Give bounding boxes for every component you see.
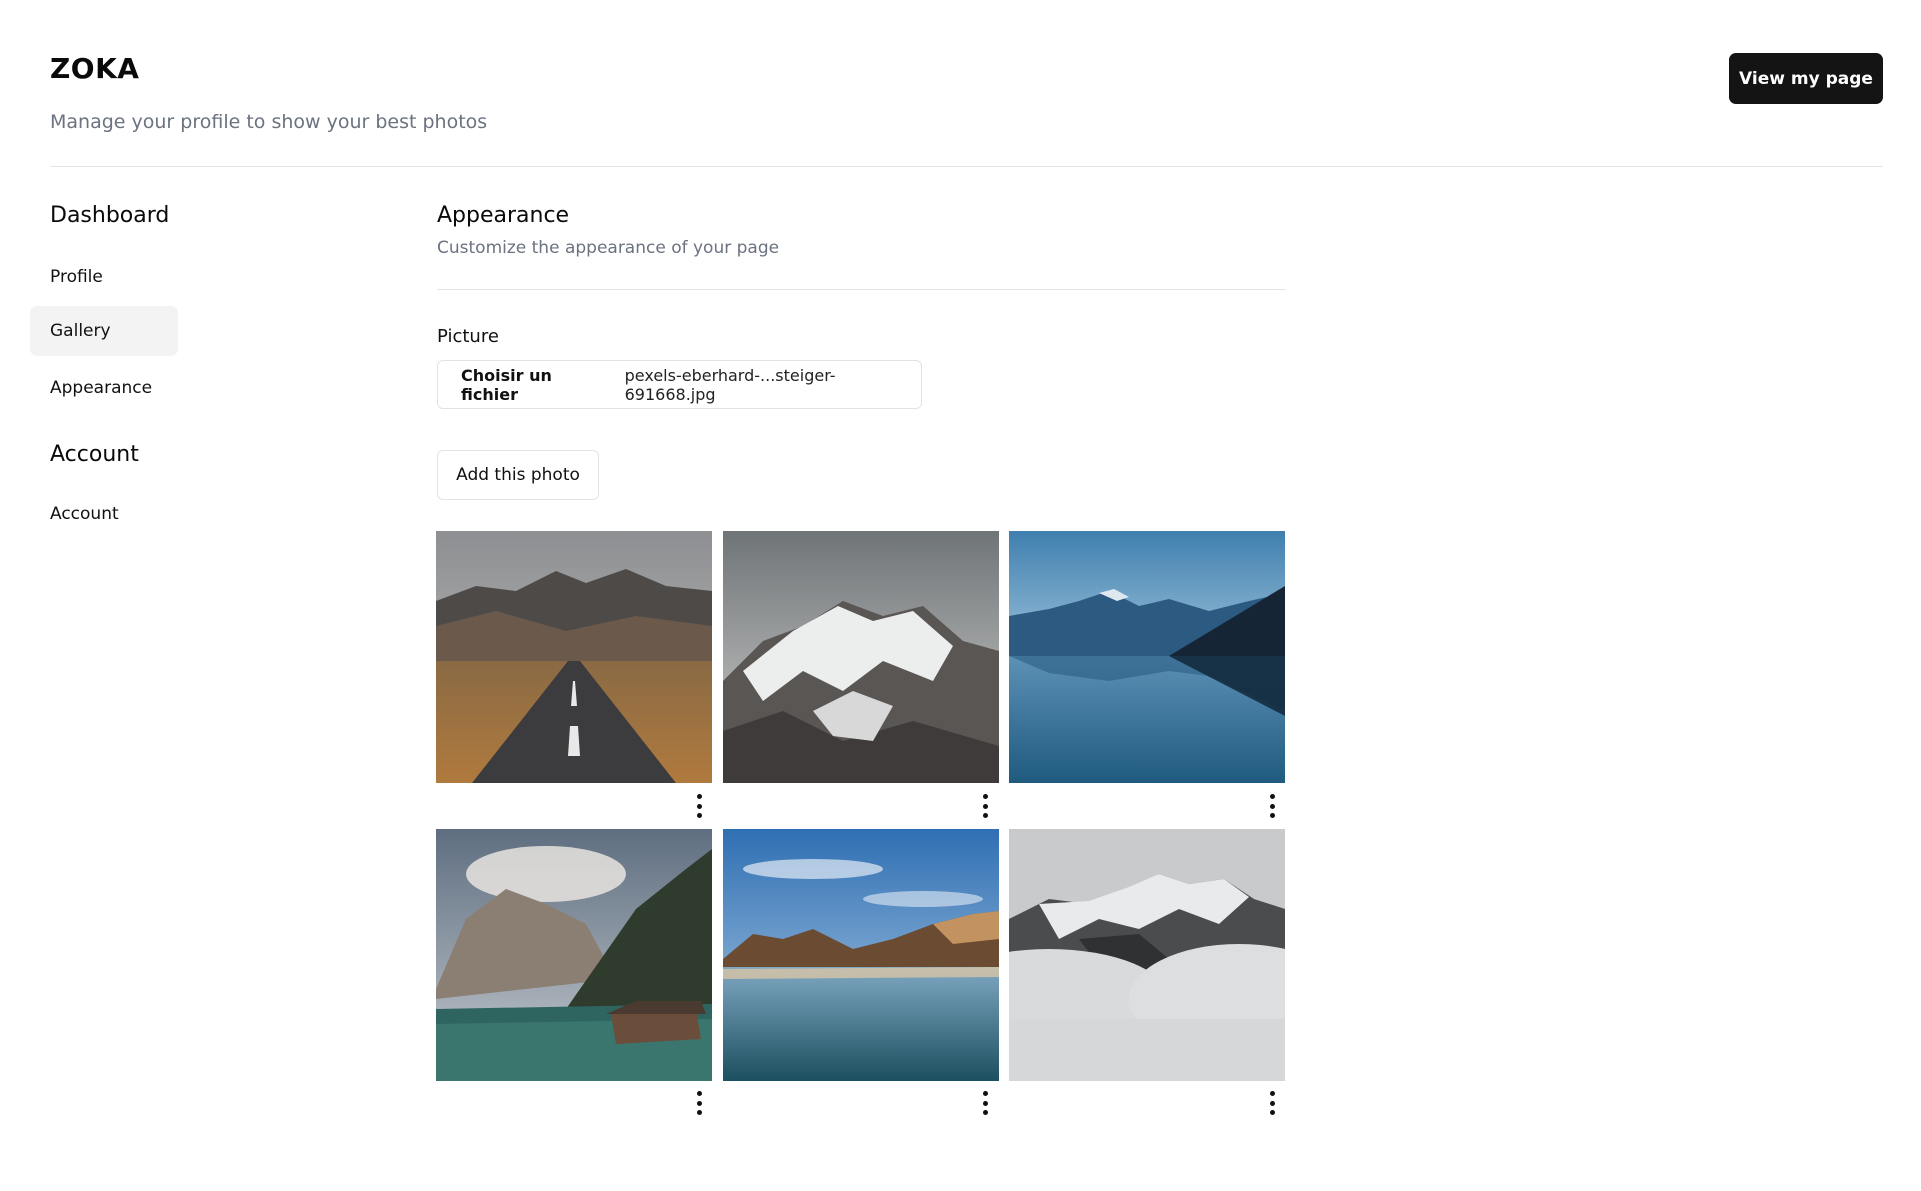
header-divider xyxy=(50,166,1883,167)
more-vertical-icon[interactable] xyxy=(975,1088,995,1118)
snowy-peak-photo[interactable] xyxy=(723,531,999,783)
road-mountain-photo[interactable] xyxy=(436,531,712,783)
more-vertical-icon[interactable] xyxy=(975,791,995,821)
sidebar-item-account[interactable]: Account xyxy=(30,489,178,539)
more-vertical-icon[interactable] xyxy=(1262,791,1282,821)
more-vertical-icon[interactable] xyxy=(1262,1088,1282,1118)
section-divider xyxy=(437,289,1286,290)
sidebar-item-gallery[interactable]: Gallery xyxy=(30,306,178,356)
picture-label: Picture xyxy=(437,326,499,347)
add-photo-button[interactable]: Add this photo xyxy=(437,450,599,500)
view-my-page-button[interactable]: View my page xyxy=(1729,53,1883,104)
lake-reflection-photo[interactable] xyxy=(1009,531,1285,783)
more-vertical-icon[interactable] xyxy=(689,1088,709,1118)
sidebar-heading-account: Account xyxy=(50,442,139,467)
page-tagline: Manage your profile to show your best ph… xyxy=(50,111,488,133)
file-input[interactable]: Choisir un fichier pexels-eberhard-...st… xyxy=(437,360,922,409)
blue-sky-lake-photo[interactable] xyxy=(723,829,999,1081)
choose-file-button[interactable]: Choisir un fichier xyxy=(461,366,612,404)
more-vertical-icon[interactable] xyxy=(689,791,709,821)
alpine-lake-boathouse-photo[interactable] xyxy=(436,829,712,1081)
section-subtitle: Customize the appearance of your page xyxy=(437,238,780,258)
misty-peaks-photo[interactable] xyxy=(1009,829,1285,1081)
sidebar-item-appearance[interactable]: Appearance xyxy=(30,363,178,413)
brand-logo: ZOKA xyxy=(50,52,140,85)
selected-file-name: pexels-eberhard-...steiger-691668.jpg xyxy=(624,365,836,404)
app-page: ZOKA Manage your profile to show your be… xyxy=(0,0,1921,1191)
sidebar-item-profile[interactable]: Profile xyxy=(30,252,178,302)
sidebar-heading-dashboard: Dashboard xyxy=(50,203,170,228)
section-title: Appearance xyxy=(437,203,570,228)
